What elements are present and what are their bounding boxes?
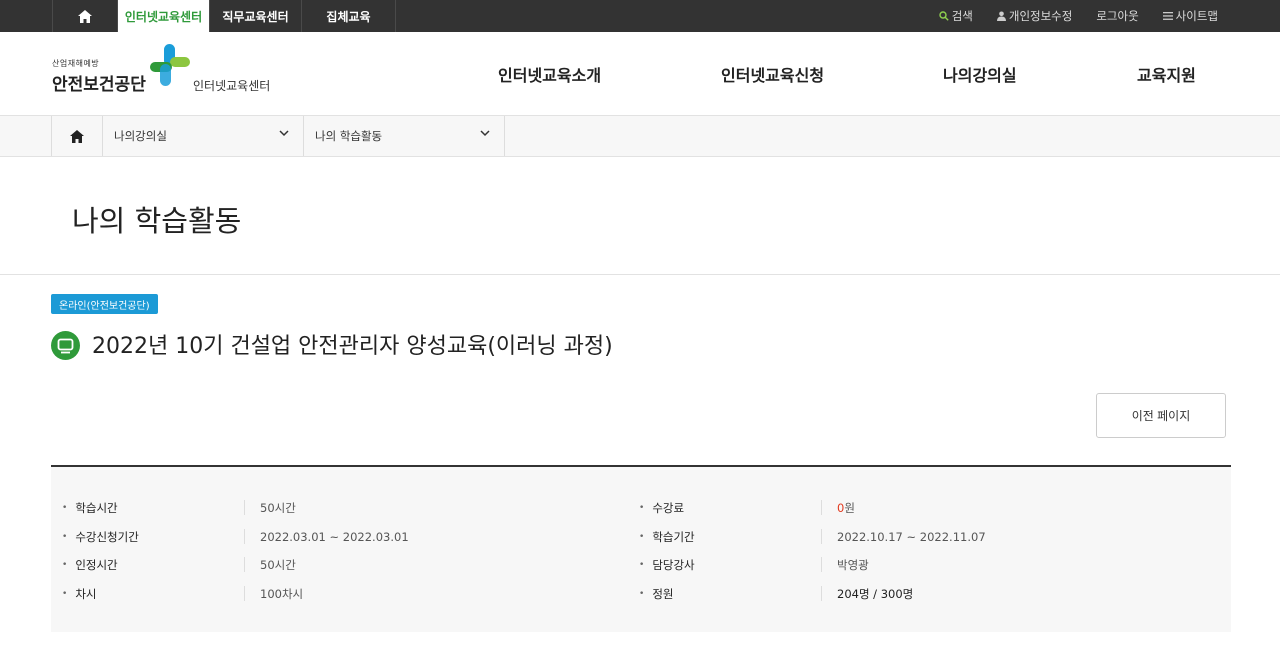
breadcrumb-home[interactable] [51,116,103,156]
logo-main-text: 안전보건공단 [52,75,146,95]
page-title: 나의 학습활동 [72,204,242,238]
gnb-apply[interactable]: 인터넷교육신청 [721,32,824,116]
search-link[interactable]: 검색 [938,8,973,24]
home-icon [78,9,92,23]
previous-page-button[interactable]: 이전 페이지 [1096,393,1226,438]
sessions-value: 100차시 [260,587,304,601]
site-tabs: 인터넷교육센터 직무교육센터 집체교육 [52,0,396,32]
fee-unit: 원 [844,501,855,515]
edit-profile-label: 개인정보수정 [1008,9,1073,23]
gnb-support[interactable]: 교육지원 [1137,32,1196,116]
column-divider [821,500,822,515]
info-row: 차시 100차시 정원 204명 / 300명 [51,584,1231,604]
sitemap-link[interactable]: 사이트맵 [1162,8,1218,24]
course-title: 2022년 10기 건설업 안전관리자 양성교육(이러닝 과정) [92,334,613,359]
study-period-label: 학습기간 [639,527,694,547]
menu-icon [1162,12,1173,20]
column-divider [244,529,245,544]
top-utility-bar: 인터넷교육센터 직무교육센터 집체교육 검색 개인정보수정 로그아웃 사이트맵 [0,0,1280,32]
instructor-value: 박영광 [837,558,869,572]
fee-label: 수강료 [639,498,684,518]
search-icon [938,11,949,21]
breadcrumb-level1-label: 나의강의실 [114,129,167,143]
cross-logo-icon [150,44,190,86]
breadcrumb-level1-dropdown[interactable]: 나의강의실 [103,116,304,156]
fee-value: 0원 [837,498,855,518]
main-header: 산업재해예방 안전보건공단 인터넷교육센터 인터넷교육소개 인터넷교육신청 나의… [0,32,1280,116]
tab-job-education[interactable]: 직무교육센터 [210,0,302,32]
search-label: 검색 [951,9,973,23]
home-icon [70,129,84,143]
tab-internet-education[interactable]: 인터넷교육센터 [118,0,210,32]
chevron-down-icon [480,130,490,137]
home-tab[interactable] [52,0,118,32]
study-time-value: 50시간 [260,501,296,515]
user-icon [996,11,1006,21]
course-info-table: 학습시간 50시간 수강료 0원 수강신청기간 2022.03.01 ~ 202… [51,465,1231,632]
credit-time-value: 50시간 [260,558,296,572]
breadcrumb: 나의강의실 나의 학습활동 [0,116,1280,157]
breadcrumb-level2-dropdown[interactable]: 나의 학습활동 [304,116,505,156]
credit-time-label: 인정시간 [62,555,117,575]
tab-group-education[interactable]: 집체교육 [302,0,396,32]
sessions-label: 차시 [62,584,96,604]
info-row: 수강신청기간 2022.03.01 ~ 2022.03.01 학습기간 2022… [51,527,1231,547]
gnb-intro[interactable]: 인터넷교육소개 [498,32,601,116]
title-divider [0,274,1280,275]
site-logo[interactable]: 산업재해예방 안전보건공단 인터넷교육센터 [52,44,292,104]
logo-small-text: 산업재해예방 [52,59,100,68]
monitor-icon [51,331,80,360]
capacity-label: 정원 [639,584,673,604]
column-divider [821,529,822,544]
breadcrumb-level2-label: 나의 학습활동 [315,129,383,143]
instructor-label: 담당강사 [639,555,694,575]
column-divider [244,500,245,515]
apply-period-label: 수강신청기간 [62,527,138,547]
column-divider [821,557,822,572]
study-time-label: 학습시간 [62,498,117,518]
apply-period-value: 2022.03.01 ~ 2022.03.01 [260,530,409,544]
edit-profile-link[interactable]: 개인정보수정 [996,8,1073,24]
fee-amount: 0 [837,501,845,515]
utility-links: 검색 개인정보수정 로그아웃 사이트맵 [938,0,1218,32]
column-divider [821,586,822,601]
column-divider [244,586,245,601]
gnb-my-classroom[interactable]: 나의강의실 [943,32,1017,116]
logout-link[interactable]: 로그아웃 [1096,8,1138,24]
info-row: 인정시간 50시간 담당강사 박영광 [51,555,1231,575]
study-period-value: 2022.10.17 ~ 2022.11.07 [837,530,986,544]
chevron-down-icon [279,130,289,137]
column-divider [244,557,245,572]
course-type-badge: 온라인(안전보건공단) [51,294,158,314]
sitemap-label: 사이트맵 [1175,9,1218,23]
capacity-value: 204명 / 300명 [837,587,914,601]
logo-sub-text: 인터넷교육센터 [193,79,271,93]
info-row: 학습시간 50시간 수강료 0원 [51,498,1231,518]
